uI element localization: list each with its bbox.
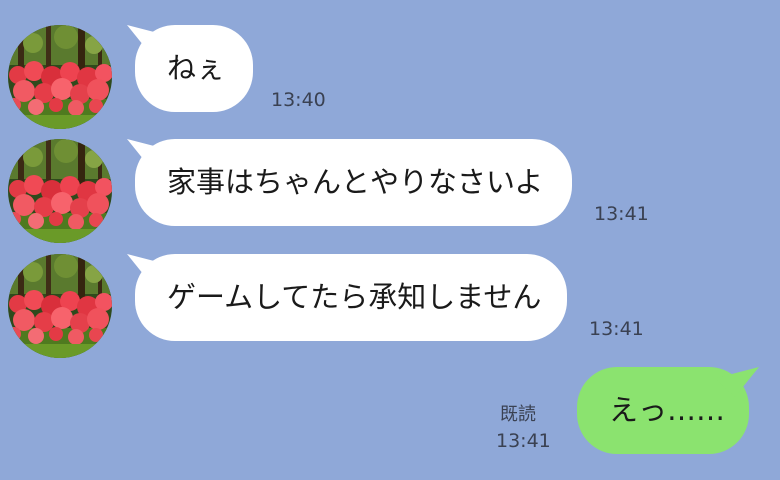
message-time: 13:41 (594, 203, 649, 225)
message-text: ねぇ (167, 51, 226, 85)
message-text: ゲームしてたら承知しません (167, 280, 542, 314)
message-bubble[interactable]: 家事はちゃんとやりなさいよ (135, 139, 572, 226)
red-spider-lily-photo-icon (8, 25, 112, 129)
message-bubble[interactable]: ゲームしてたら承知しません (135, 254, 567, 341)
message-bubble[interactable]: ねぇ (135, 25, 253, 112)
read-receipt: 既読 (500, 404, 536, 425)
chat-view: ねぇ 13:40 家事はちゃんとやりなさいよ 13:41 ゲームしてたら承知しま… (0, 0, 780, 480)
message-text: 家事はちゃんとやりなさいよ (167, 165, 544, 199)
message-time: 13:40 (271, 89, 326, 111)
message-text: えっ…… (609, 393, 726, 427)
red-spider-lily-photo-icon (8, 254, 112, 358)
message-time: 13:41 (496, 430, 551, 452)
avatar[interactable] (8, 254, 112, 358)
message-bubble[interactable]: えっ…… (577, 367, 749, 454)
red-spider-lily-photo-icon (8, 139, 112, 243)
avatar[interactable] (8, 25, 112, 129)
message-time: 13:41 (589, 318, 644, 340)
avatar[interactable] (8, 139, 112, 243)
